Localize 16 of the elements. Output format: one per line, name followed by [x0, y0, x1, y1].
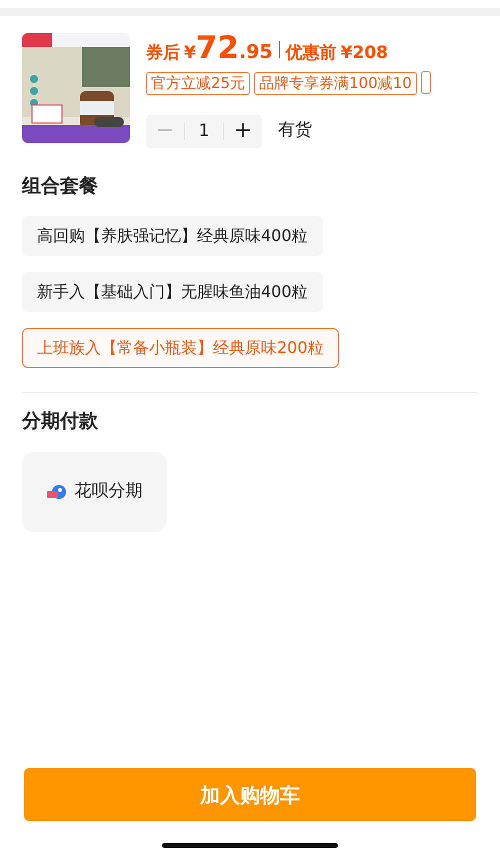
stock-status: 有货 — [278, 119, 312, 142]
price-label: 券后 — [146, 42, 180, 65]
payment-icon — [46, 484, 66, 500]
coupon-tag: 官方立减25元 — [146, 72, 250, 94]
installment-option[interactable]: 花呗分期 — [22, 452, 167, 532]
section-title: 分期付款 — [22, 409, 98, 434]
bundle-option[interactable]: 新手入【基础入门】无腥味鱼油400粒 — [22, 272, 323, 312]
section-title: 组合套餐 — [22, 174, 98, 198]
coupon-tag: 品牌专享券满100减10 — [254, 72, 417, 94]
original-price: ¥208 — [340, 42, 388, 65]
coupon-tag — [420, 70, 431, 94]
original-price-label: 优惠前 — [286, 42, 337, 65]
bundle-option[interactable]: 高回购【养肤强记忆】经典原味400粒 — [22, 216, 323, 256]
plus-button[interactable]: + — [224, 120, 262, 142]
quantity-value[interactable]: 1 — [184, 122, 224, 140]
price: ¥72.95 — [184, 33, 273, 66]
